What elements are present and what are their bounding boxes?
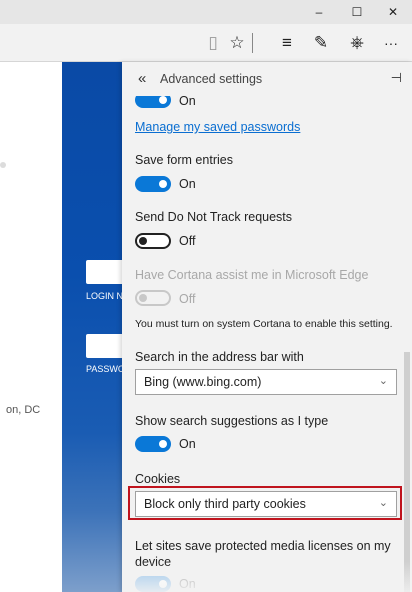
favorite-star-icon[interactable]: ☆ [222, 24, 252, 62]
minimize-button[interactable]: – [300, 0, 338, 24]
pane-header: « Advanced settings ⊣ [122, 62, 412, 96]
title-bar: – ☐ ✕ [0, 0, 412, 24]
pin-icon[interactable]: ⊣ [391, 70, 402, 86]
pane-title: Advanced settings [160, 72, 263, 86]
close-button[interactable]: ✕ [374, 0, 412, 24]
share-icon[interactable]: ⎈ [342, 24, 372, 62]
search-suggestions-label: Show search suggestions as I type [135, 414, 329, 428]
cortana-note: You must turn on system Cortana to enabl… [135, 318, 393, 330]
cortana-toggle [135, 290, 171, 306]
pane-scrollbar[interactable] [404, 352, 410, 592]
hub-icon[interactable]: ≡ [272, 24, 302, 62]
toggle-knob [139, 237, 147, 245]
cookies-label: Cookies [135, 472, 181, 486]
cortana-state: Off [179, 292, 196, 306]
cookies-highlight-box [128, 486, 402, 520]
manage-passwords-link[interactable]: Manage my saved passwords [135, 120, 300, 134]
bottom-fade [122, 562, 412, 592]
search-suggestions-state: On [179, 437, 196, 451]
more-icon[interactable]: ··· [376, 24, 406, 62]
do-not-track-state: Off [179, 234, 196, 248]
location-text: on, DC [6, 404, 41, 416]
offer-save-passwords-state: On [179, 94, 196, 108]
search-engine-value: Bing (www.bing.com) [144, 375, 262, 389]
toggle-knob [139, 294, 147, 302]
chevron-down-icon: ⌄ [378, 375, 388, 387]
do-not-track-toggle[interactable] [135, 233, 171, 249]
toolbar-separator [252, 33, 253, 53]
toggle-knob [159, 180, 167, 188]
toggle-knob [159, 440, 167, 448]
search-suggestions-toggle[interactable] [135, 436, 171, 452]
browser-toolbar: ▯ ☆ ≡ ✎ ⎈ ··· [0, 24, 412, 62]
save-form-entries-state: On [179, 177, 196, 191]
search-engine-select[interactable]: Bing (www.bing.com) ⌄ [135, 369, 397, 395]
save-form-entries-toggle[interactable] [135, 176, 171, 192]
cortana-label: Have Cortana assist me in Microsoft Edge [135, 268, 369, 282]
toggle-knob [159, 96, 167, 104]
back-chevron-icon[interactable]: « [138, 70, 146, 87]
do-not-track-label: Send Do Not Track requests [135, 210, 293, 224]
web-note-icon[interactable]: ✎ [306, 24, 336, 62]
save-form-entries-label: Save form entries [135, 153, 233, 167]
maximize-button[interactable]: ☐ [338, 0, 376, 24]
background-dot [0, 162, 6, 168]
search-engine-label: Search in the address bar with [135, 350, 304, 364]
